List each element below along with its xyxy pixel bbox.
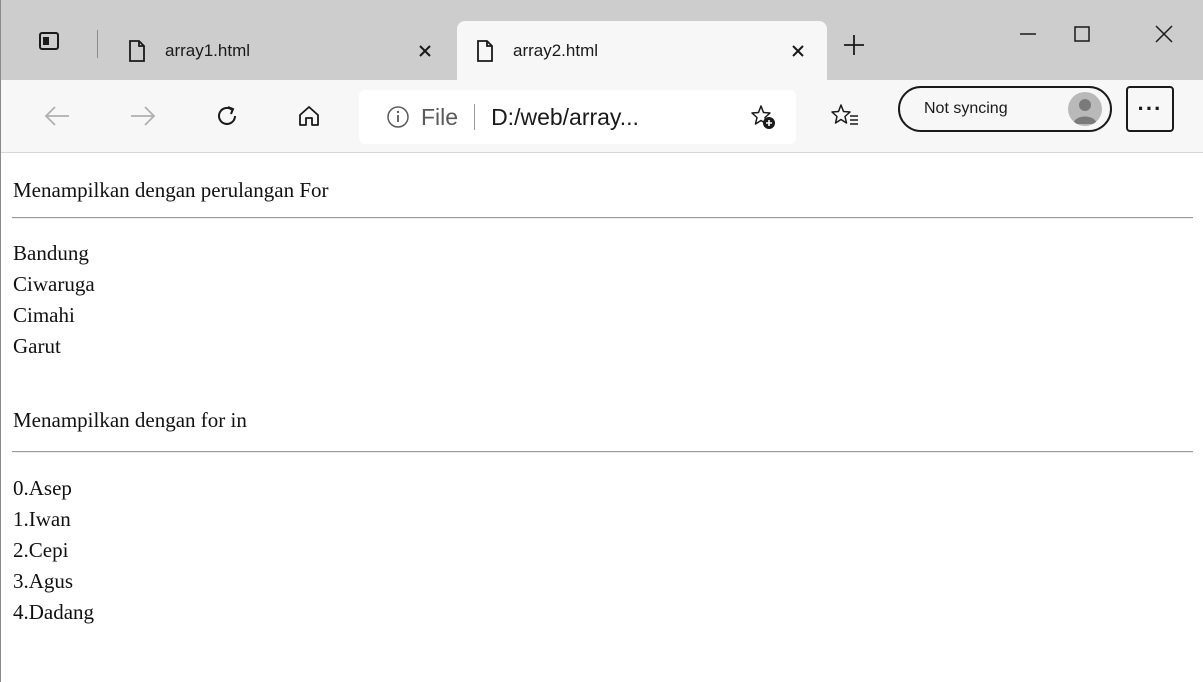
browser-window: array1.html array2.html File D:/web/arra… [0, 0, 1203, 682]
list-item: Bandung [13, 241, 89, 265]
tab-title: array1.html [165, 40, 251, 60]
list-item: 3.Agus [13, 569, 74, 593]
list-item: 2.Cepi [13, 538, 69, 562]
refresh-icon [214, 103, 240, 134]
navigation-toolbar: File D:/web/array... Not syncing ··· [1, 80, 1203, 153]
horizontal-rule [12, 451, 1193, 453]
tab-actions-button[interactable] [29, 28, 69, 58]
section2-heading: Menampilkan dengan for in [13, 408, 247, 432]
city-list: Bandung Ciwaruga Cimahi Garut [13, 238, 95, 362]
list-item: 0.Asep [13, 476, 72, 500]
window-close-button[interactable] [1139, 18, 1189, 54]
new-tab-button[interactable] [837, 30, 871, 64]
close-icon[interactable] [783, 36, 813, 66]
more-icon: ··· [1137, 96, 1163, 121]
list-item: Cimahi [13, 303, 75, 327]
section1-heading: Menampilkan dengan perulangan For [13, 178, 329, 202]
close-icon [1154, 24, 1174, 49]
list-item: Ciwaruga [13, 272, 95, 296]
refresh-button[interactable] [207, 98, 247, 138]
forward-arrow-icon [130, 105, 156, 132]
tab-title: array2.html [513, 40, 599, 60]
home-icon [297, 104, 321, 133]
close-icon[interactable] [410, 36, 440, 66]
list-item: 4.Dadang [13, 600, 95, 624]
horizontal-rule [12, 217, 1193, 219]
name-list: 0.Asep 1.Iwan 2.Cepi 3.Agus 4.Dadang [13, 473, 94, 628]
list-item: Garut [13, 334, 61, 358]
tab-array2[interactable]: array2.html [457, 21, 827, 80]
sync-status-label: Not syncing [924, 100, 1008, 117]
maximize-icon [1073, 25, 1091, 48]
add-favorite-icon[interactable] [746, 100, 780, 134]
list-item: 1.Iwan [13, 507, 71, 531]
address-divider [474, 104, 476, 130]
maximize-button[interactable] [1057, 18, 1107, 54]
home-button[interactable] [289, 98, 329, 138]
tab-actions-icon [38, 30, 60, 57]
minimize-icon [1019, 25, 1037, 48]
avatar [1068, 92, 1102, 126]
minimize-button[interactable] [1003, 18, 1053, 54]
forward-button[interactable] [123, 98, 163, 138]
tab-strip: array1.html array2.html [1, 0, 1203, 80]
address-bar[interactable]: File D:/web/array... [359, 90, 796, 144]
tab-array1[interactable]: array1.html [109, 21, 454, 80]
more-button[interactable]: ··· [1126, 86, 1174, 132]
back-button[interactable] [37, 98, 77, 138]
scheme-label: File [421, 103, 459, 130]
profile-sync-button[interactable]: Not syncing [898, 86, 1112, 132]
tab-separator [97, 30, 98, 58]
favorites-icon [831, 103, 859, 134]
plus-icon [843, 34, 865, 61]
page-icon [123, 37, 151, 65]
info-icon[interactable] [385, 104, 411, 130]
url-text[interactable]: D:/web/array... [491, 104, 746, 131]
page-icon [471, 37, 499, 65]
favorites-button[interactable] [825, 98, 865, 138]
back-arrow-icon [44, 105, 70, 132]
